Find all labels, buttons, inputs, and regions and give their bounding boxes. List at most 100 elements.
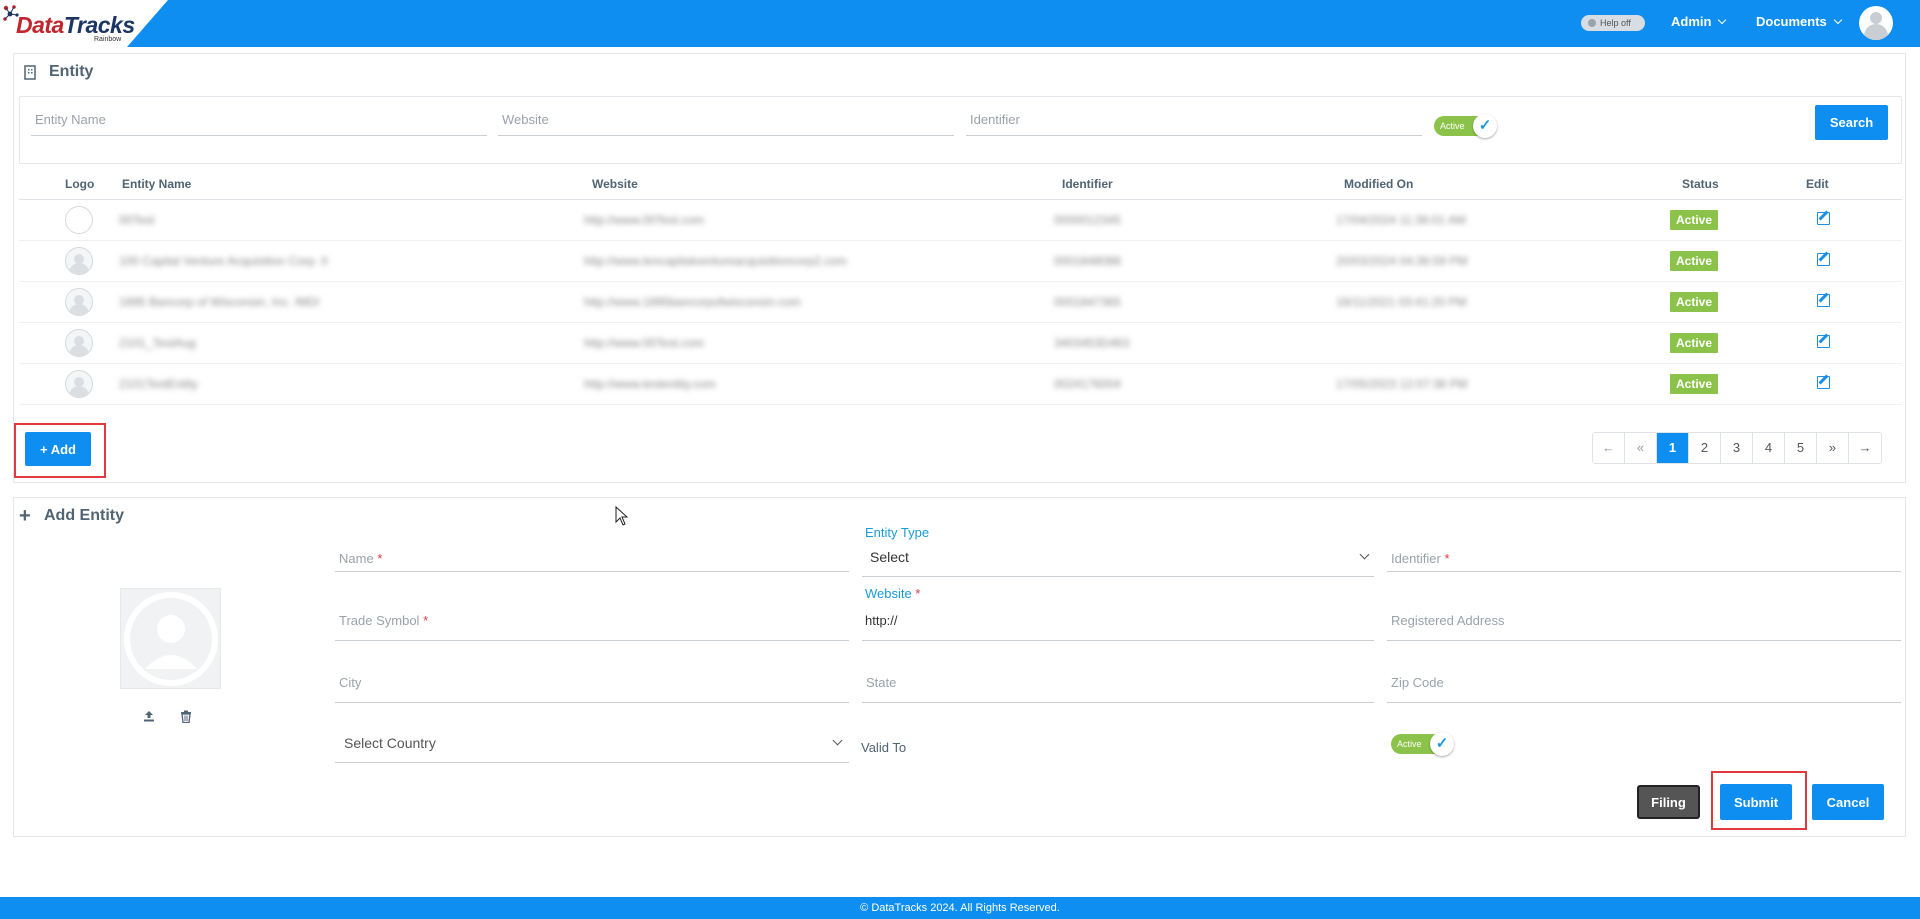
edit-icon[interactable] <box>1817 293 1830 307</box>
entity-section-title: Entity <box>49 63 94 80</box>
check-icon: ✓ <box>1430 732 1454 756</box>
website-label-text: Website <box>865 586 912 601</box>
trash-icon[interactable] <box>180 710 192 723</box>
identifier-cell: 0001848088 <box>1054 240 1336 282</box>
website-filter-input[interactable] <box>498 104 954 136</box>
status-badge: Active <box>1670 373 1719 394</box>
identifier-input[interactable] <box>1387 571 1901 572</box>
column-header-entity-name[interactable]: Entity Name <box>114 170 584 200</box>
page-prev-button[interactable]: ← <box>1593 433 1625 463</box>
required-mark: * <box>377 551 383 566</box>
modified-on-cell <box>1336 322 1666 364</box>
entity-table: Logo Entity Name Website Identifier Modi… <box>19 170 1902 405</box>
table-row[interactable]: 100 Capital Venture Acquisition Corp. II… <box>19 240 1902 282</box>
user-avatar[interactable] <box>1859 6 1893 40</box>
entity-logo <box>65 287 93 316</box>
modified-on-cell: 17/05/2023 12:07:38 PM <box>1336 363 1666 405</box>
page-first-button[interactable]: « <box>1625 433 1657 463</box>
logo-wordmark: DataTracks <box>16 12 135 38</box>
edit-icon[interactable] <box>1817 334 1830 348</box>
help-toggle-label: Help off <box>1600 18 1631 28</box>
building-icon <box>24 65 36 80</box>
column-header-edit: Edit <box>1796 170 1902 200</box>
top-navbar: DataTracks Rainbow Help off Admin Docume… <box>0 0 1920 47</box>
country-select[interactable]: Select Country <box>344 735 436 751</box>
page-next-button[interactable]: → <box>1849 433 1881 463</box>
brand-logo[interactable]: DataTracks Rainbow <box>0 0 168 47</box>
website-cell: http://www.tencapitalventureacquisitionc… <box>584 240 1054 282</box>
entity-name-cell: 100 Capital Venture Acquisition Corp. II <box>114 240 584 282</box>
toggle-knob-icon <box>1588 19 1596 27</box>
table-row[interactable]: 2101_TestAug http://www.00Test.com 34034… <box>19 322 1902 364</box>
name-input[interactable] <box>335 571 849 572</box>
upload-icon[interactable] <box>143 710 155 722</box>
page-3-button[interactable]: 3 <box>1721 433 1753 463</box>
add-entity-panel <box>13 497 1906 837</box>
page-last-button[interactable]: » <box>1817 433 1849 463</box>
table-row[interactable]: 00Test http://www.00Test.com 0000012345 … <box>19 199 1902 241</box>
entity-name-cell: 2101TestEntity <box>114 363 584 405</box>
chevron-down-icon <box>1718 15 1727 25</box>
entity-logo-placeholder <box>120 588 221 689</box>
website-cell: http://www.00Test.com <box>584 199 1054 241</box>
search-button[interactable]: Search <box>1815 105 1888 140</box>
table-row[interactable]: 1895 Bancorp of Wisconsin, Inc. /MD/ htt… <box>19 281 1902 323</box>
trade-symbol-input[interactable] <box>335 640 849 641</box>
state-input[interactable]: State <box>866 675 896 690</box>
entity-type-label: Entity Type <box>865 525 930 540</box>
entity-name-cell: 1895 Bancorp of Wisconsin, Inc. /MD/ <box>114 281 584 323</box>
valid-to-label[interactable]: Valid To <box>861 740 906 755</box>
modified-on-cell: 20/03/2024 04:36:59 PM <box>1336 240 1666 282</box>
entity-logo <box>65 246 93 275</box>
identifier-cell: 3403453D463 <box>1054 322 1336 364</box>
page-5-button[interactable]: 5 <box>1785 433 1817 463</box>
cancel-button[interactable]: Cancel <box>1812 784 1884 820</box>
website-cell: http://www.00Test.com <box>584 322 1054 364</box>
registered-address-input[interactable]: Registered Address <box>1391 613 1504 628</box>
required-mark: * <box>1444 551 1450 566</box>
entity-logo <box>65 328 93 357</box>
state-underline <box>862 702 1374 703</box>
entity-type-underline <box>862 576 1374 577</box>
modified-on-cell: 18/11/2021 03:41:20 PM <box>1336 281 1666 323</box>
entity-type-select[interactable]: Select <box>870 549 909 565</box>
column-header-website[interactable]: Website <box>584 170 1054 200</box>
documents-menu[interactable]: Documents <box>1756 14 1843 29</box>
user-placeholder-icon <box>124 592 218 686</box>
edit-icon[interactable] <box>1817 211 1830 225</box>
entity-logo <box>65 369 93 398</box>
city-underline <box>335 702 849 703</box>
zip-code-underline <box>1387 702 1901 703</box>
edit-icon[interactable] <box>1817 252 1830 266</box>
edit-icon[interactable] <box>1817 375 1830 389</box>
active-filter-toggle[interactable]: Active ✓ <box>1434 114 1497 138</box>
filing-button[interactable]: Filing <box>1637 785 1700 819</box>
identifier-filter-input[interactable] <box>966 104 1422 136</box>
page-1-button[interactable]: 1 <box>1657 433 1689 463</box>
page-2-button[interactable]: 2 <box>1689 433 1721 463</box>
city-input[interactable]: City <box>339 675 361 690</box>
status-badge: Active <box>1670 250 1719 271</box>
admin-menu[interactable]: Admin <box>1671 14 1727 29</box>
status-badge: Active <box>1670 291 1719 312</box>
website-cell: http://www.testentity.com <box>584 363 1054 405</box>
column-header-identifier[interactable]: Identifier <box>1054 170 1336 200</box>
add-entity-button[interactable]: + Add <box>25 432 91 466</box>
identifier-field-label: Identifier * <box>1391 551 1450 566</box>
page-4-button[interactable]: 4 <box>1753 433 1785 463</box>
zip-code-input[interactable]: Zip Code <box>1391 675 1444 690</box>
status-badge: Active <box>1670 209 1719 230</box>
identifier-cell: 0001847365 <box>1054 281 1336 323</box>
website-input[interactable]: http:// <box>865 613 898 628</box>
submit-button[interactable]: Submit <box>1720 784 1792 820</box>
help-toggle[interactable]: Help off <box>1581 15 1645 31</box>
table-row[interactable]: 2101TestEntity http://www.testentity.com… <box>19 363 1902 405</box>
column-header-modified-on[interactable]: Modified On <box>1336 170 1666 200</box>
country-underline <box>335 762 849 763</box>
identifier-cell: 0000012345 <box>1054 199 1336 241</box>
modified-on-cell: 17/04/2024 11:36:01 AM <box>1336 199 1666 241</box>
entity-name-filter-input[interactable] <box>31 104 487 136</box>
status-badge: Active <box>1670 332 1719 353</box>
admin-menu-label: Admin <box>1671 14 1712 29</box>
active-status-toggle[interactable]: Active ✓ <box>1391 732 1454 756</box>
